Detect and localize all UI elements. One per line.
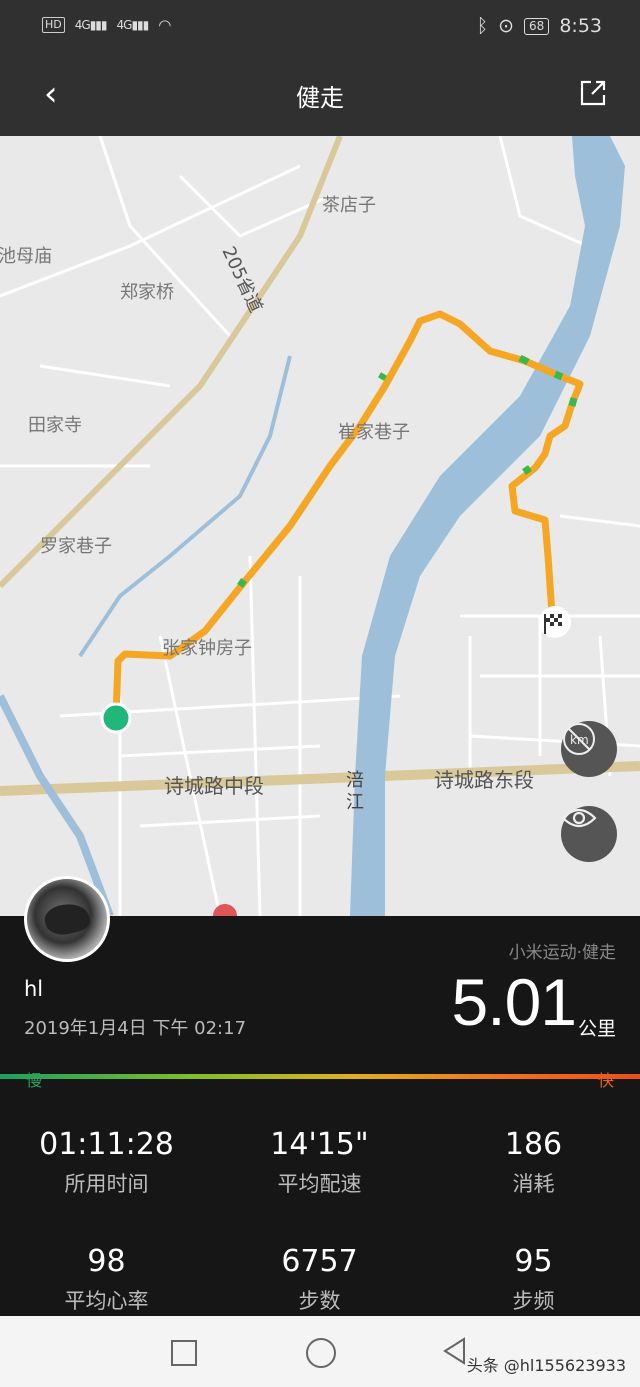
signal-icon: 4G▮▮▮ (74, 18, 108, 32)
stat-label: 所用时间 (64, 1172, 149, 1196)
stat-value: 01:11:28 (39, 1127, 174, 1162)
location-icon: ⊙ (498, 15, 515, 37)
km-off-icon: km (563, 723, 595, 755)
watermark: 头条 @hl155623933 (466, 1356, 626, 1375)
stat-label: 步频 (512, 1289, 555, 1313)
route-map[interactable]: 茶店子 池母庙 郑家桥 田家寺 罗家巷子 张家钟房子 崔家巷子 205省道 涪 … (0, 136, 640, 916)
stat-avg-pace: 14'15" 平均配速 (213, 1127, 426, 1198)
stat-cadence: 95 步频 (427, 1244, 640, 1315)
hd-indicator: HD (42, 17, 65, 33)
stat-steps: 6757 步数 (213, 1244, 426, 1315)
place-label: 张家钟房子 (162, 638, 252, 659)
network-type-1: 4G (74, 18, 91, 32)
stat-value: 6757 (281, 1244, 358, 1279)
recents-icon[interactable] (171, 1340, 197, 1366)
view-toggle-button[interactable] (561, 806, 617, 862)
road-label: 诗城路东段 (434, 768, 534, 792)
source-label: 小米运动·健走 (508, 943, 616, 963)
place-label: 池母庙 (0, 246, 52, 267)
place-label: 罗家巷子 (40, 536, 112, 557)
stat-value: 95 (514, 1244, 553, 1279)
share-icon[interactable] (578, 78, 608, 108)
stat-calories: 186 消耗 (427, 1127, 640, 1198)
start-marker (100, 702, 132, 734)
wifi-icon: ◠ (158, 16, 172, 34)
fast-label: 快 (598, 1071, 615, 1090)
workout-datetime: 2019年1月4日 下午 02:17 (24, 1018, 247, 1039)
place-label: 郑家桥 (120, 282, 174, 303)
pace-legend-bar (0, 1074, 640, 1079)
eye-icon (561, 808, 597, 828)
place-label: 崔家巷子 (338, 422, 410, 443)
network-type-2: 4G (116, 18, 133, 32)
status-bar: HD 4G▮▮▮ 4G▮▮▮ ◠ ᛒ ⊙ 68 8:53 (0, 0, 640, 54)
signal-icon: 4G▮▮▮ (116, 18, 150, 32)
stat-value: 98 (87, 1244, 126, 1279)
stat-label: 平均配速 (277, 1172, 362, 1196)
stat-value: 186 (504, 1127, 563, 1162)
home-icon[interactable] (306, 1338, 336, 1368)
place-label: 田家寺 (28, 415, 82, 436)
app-header: ‹ 健走 (0, 54, 640, 136)
km-marker-toggle-button[interactable]: km (561, 721, 617, 777)
road-label: 诗城路中段 (164, 774, 264, 798)
distance-unit: 公里 (577, 1018, 616, 1040)
stat-avg-heart-rate: 98 平均心率 (0, 1244, 213, 1315)
place-label: 茶店子 (322, 195, 376, 216)
username: hl (24, 977, 44, 1001)
finish-flag-icon (539, 606, 571, 638)
clock: 8:53 (559, 15, 602, 37)
distance-value: 5.01 (451, 965, 577, 1039)
stat-label: 平均心率 (64, 1289, 149, 1313)
stat-label: 消耗 (512, 1172, 555, 1196)
river-label: 江 (346, 792, 364, 813)
stat-value: 14'15" (270, 1127, 369, 1162)
battery-icon: 68 (524, 17, 550, 35)
stat-duration: 01:11:28 所用时间 (0, 1127, 213, 1198)
back-nav-icon[interactable] (442, 1337, 468, 1365)
avatar[interactable] (24, 876, 110, 962)
bluetooth-icon: ᛒ (476, 15, 489, 37)
page-title: 健走 (296, 84, 344, 112)
stat-label: 步数 (298, 1289, 341, 1313)
slow-label: 慢 (26, 1071, 43, 1090)
map-canvas (0, 136, 640, 916)
